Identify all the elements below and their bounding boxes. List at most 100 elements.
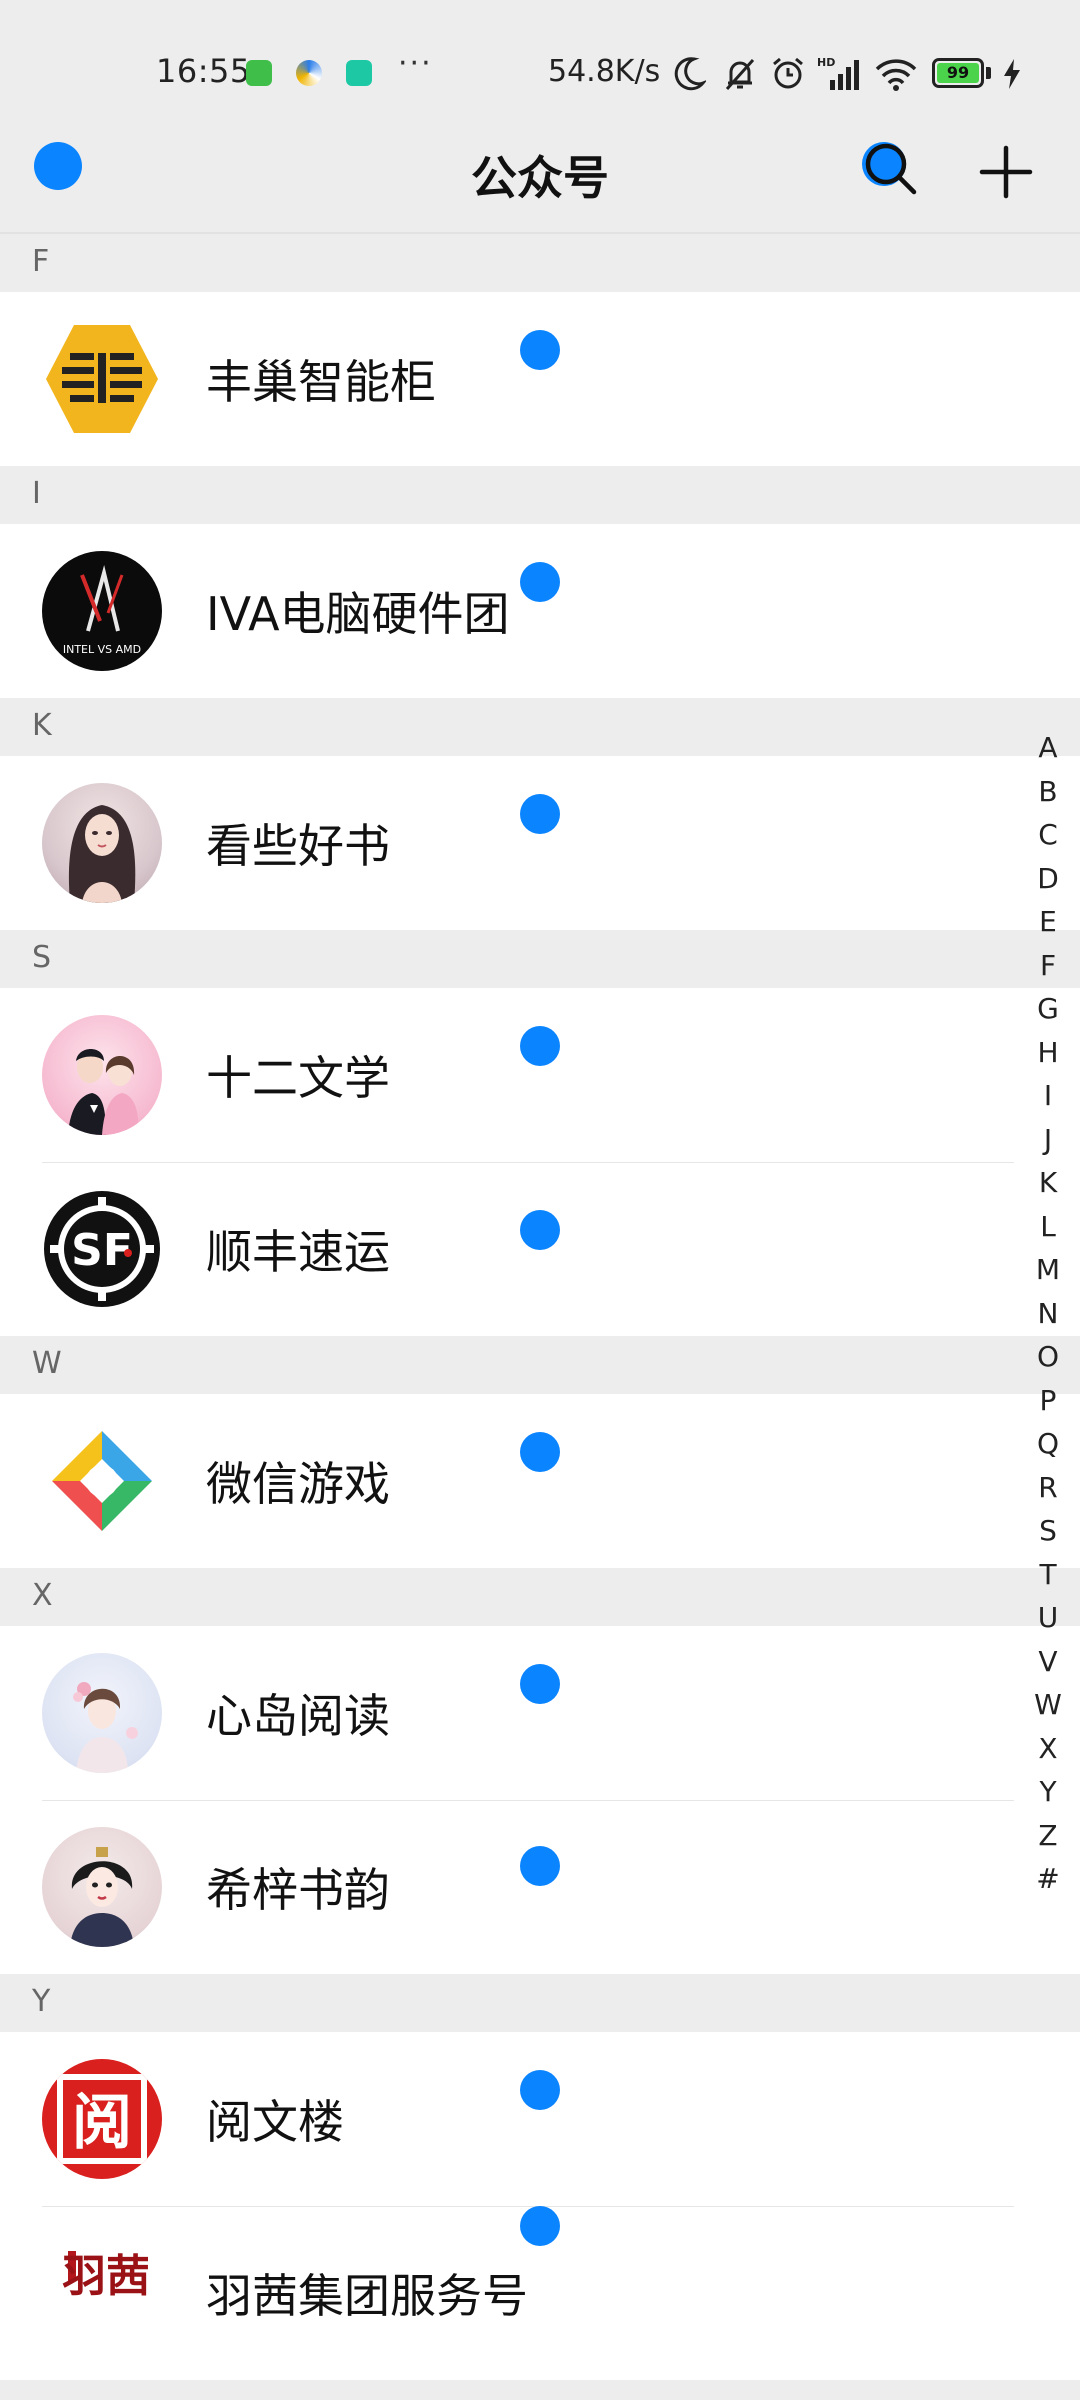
app-icon-shield [346,60,372,86]
list-item[interactable]: INTEL VS AMD IVA电脑硬件团 [0,524,1080,698]
battery-tip [986,67,991,79]
traditional-portrait-icon [70,1847,134,1947]
index-letter[interactable]: U [1022,1596,1074,1640]
index-letter[interactable]: M [1022,1248,1074,1292]
network-speed: 54.8K/s [548,54,661,89]
list-item[interactable]: 十二文学 [0,988,1080,1162]
index-letter[interactable]: N [1022,1292,1074,1336]
section-letter: Y [32,1984,51,2019]
list-item[interactable]: 羽茜 羽茜集团服务号 [0,2206,1080,2380]
iva-logo-icon: INTEL VS AMD [63,565,141,656]
section-letter: F [32,244,50,279]
iva-logo-text: INTEL VS AMD [63,643,141,656]
search-icon [865,143,917,195]
unread-dot-icon [520,1432,560,1472]
index-letter[interactable]: X [1022,1727,1074,1771]
couple-portrait-icon [68,1049,139,1135]
index-letter[interactable]: K [1022,1161,1074,1205]
add-icon[interactable] [978,144,1034,200]
index-letter[interactable]: Z [1022,1814,1074,1858]
portrait-woman-avatar [42,783,162,903]
account-name: 羽茜集团服务号 [206,2269,528,2323]
yuewen-logo-icon: 阅 [57,2074,147,2164]
index-letter[interactable]: Q [1022,1422,1074,1466]
more-notifications-icon: ··· [398,46,433,81]
yuewen-logo-avatar: 阅 [42,2059,162,2179]
list-item[interactable]: 希梓书韵 [0,1800,1080,1974]
index-letter[interactable]: F [1022,944,1074,988]
list-item[interactable]: 丰巢智能柜 [0,292,1080,466]
index-letter[interactable]: # [1022,1857,1074,1901]
battery-icon: 99 [932,58,984,88]
index-letter[interactable]: P [1022,1379,1074,1423]
section-header-s: S [0,930,1080,988]
section-letter: X [32,1578,53,1613]
index-letter[interactable]: S [1022,1509,1074,1553]
section-letter: K [32,708,52,743]
sf-logo-icon: SF [44,1191,160,1307]
account-name: 十二文学 [206,1051,390,1105]
account-name: 希梓书韵 [206,1863,390,1917]
index-letter[interactable]: H [1022,1031,1074,1075]
section-body-x: 心岛阅读 希梓书韵 [0,1626,1080,1974]
portrait-lady-flowers-avatar [42,1653,162,1773]
unread-dot-icon [520,562,560,602]
svg-text:HD: HD [817,56,835,69]
unread-dot-icon [520,2206,560,2246]
portrait-couple-avatar [42,1015,162,1135]
sf-logo-text: SF [71,1225,133,1276]
calligraphy-logo-icon: 羽茜 [62,2251,150,2302]
hexagon-logo-icon [46,325,158,433]
account-list: F 丰巢智能柜 I INTEL VS AMD IVA电脑硬件团 K 看些好书 S… [0,232,1080,2400]
list-item[interactable]: 心岛阅读 [0,1626,1080,1800]
unread-dot-icon [520,2070,560,2110]
alphabet-index-bar[interactable]: A B C D E F G H I J K L M N O P Q R S T U V W X Y Z # [1022,726,1074,1901]
yuxi-calligraphy-avatar: 羽茜 [42,2233,162,2353]
unread-dot-icon [520,330,560,370]
section-header-k: K [0,698,1080,756]
section-body-s: 十二文学 SF 顺丰速运 [0,988,1080,1336]
index-letter[interactable]: O [1022,1335,1074,1379]
list-item[interactable]: 阅 阅文楼 [0,2032,1080,2206]
index-letter[interactable]: E [1022,900,1074,944]
list-item[interactable]: 看些好书 [0,756,1080,930]
search-button[interactable] [862,138,924,200]
index-letter[interactable]: D [1022,857,1074,901]
index-letter[interactable]: J [1022,1118,1074,1162]
index-letter[interactable]: V [1022,1640,1074,1684]
index-letter[interactable]: L [1022,1205,1074,1249]
unread-dot-icon [520,1210,560,1250]
lady-portrait-icon [73,1682,138,1773]
unread-dot-icon [520,1664,560,1704]
section-body-y: 阅 阅文楼 羽茜 羽茜集团服务号 [0,2032,1080,2380]
index-letter[interactable]: T [1022,1553,1074,1597]
section-body-i: INTEL VS AMD IVA电脑硬件团 [0,524,1080,698]
wechat-game-avatar [42,1421,162,1541]
list-item[interactable]: SF 顺丰速运 [0,1162,1080,1336]
section-header-f: F [0,234,1080,292]
unread-dot-icon [520,1026,560,1066]
index-letter[interactable]: I [1022,1074,1074,1118]
yuewen-logo-text: 阅 [72,2088,132,2158]
index-letter[interactable]: R [1022,1466,1074,1510]
section-body-f: 丰巢智能柜 [0,292,1080,466]
status-bar: 16:55 ··· 54.8K/s HD 99 [0,0,1080,120]
section-header-w: W [0,1336,1080,1394]
index-letter[interactable]: A [1022,726,1074,770]
index-letter[interactable]: G [1022,987,1074,1031]
section-letter: S [32,940,52,975]
section-letter: I [32,476,41,511]
calligraphy-text: 羽茜 [62,2251,150,2302]
list-item[interactable]: 微信游戏 [0,1394,1080,1568]
section-header-y: Y [0,1974,1080,2032]
index-letter[interactable]: W [1022,1683,1074,1727]
index-letter[interactable]: C [1022,813,1074,857]
section-header-i: I [0,466,1080,524]
sf-logo-avatar: SF [42,1189,162,1309]
alarm-icon [773,57,803,89]
app-icon-swirl [296,60,322,86]
section-header-x: X [0,1568,1080,1626]
index-letter[interactable]: B [1022,770,1074,814]
index-letter[interactable]: Y [1022,1770,1074,1814]
bell-off-icon [725,58,755,91]
